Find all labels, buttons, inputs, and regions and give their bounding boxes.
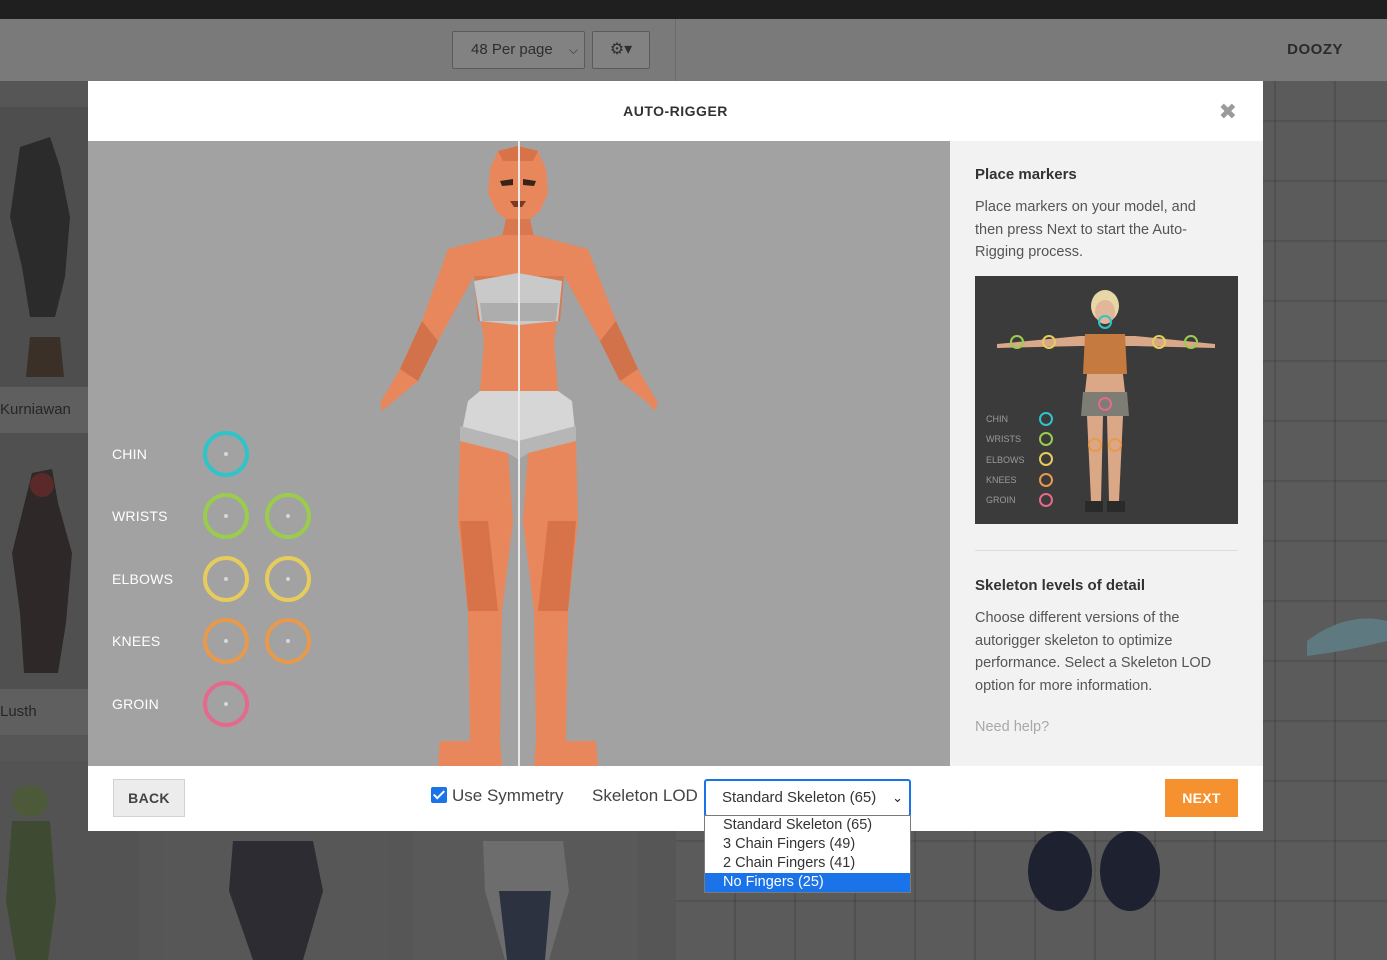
left-elbow-marker[interactable] [203, 556, 249, 602]
skeleton-lod-label: Skeleton LOD [592, 786, 698, 805]
marker-label: CHIN [112, 446, 148, 462]
reference-figure: CHIN WRISTS ELBOWS KNEES GROIN [975, 276, 1238, 524]
rig-viewport[interactable]: CHIN WRISTS ELBOWS KNEES GROIN [88, 141, 950, 766]
place-markers-heading: Place markers [975, 166, 1077, 183]
brand-name: DOOZY [1287, 41, 1343, 58]
use-symmetry-label: Use Symmetry [452, 786, 564, 805]
scene-shoes [1028, 831, 1160, 911]
toolbar-divider [675, 19, 676, 81]
right-knee-marker[interactable] [265, 618, 311, 664]
model-thumbnail [163, 831, 388, 960]
gear-icon: ⚙▾ [609, 41, 633, 58]
marker-label: WRISTS [112, 508, 168, 524]
model-card[interactable] [413, 831, 638, 960]
need-help-link[interactable]: Need help? [975, 719, 1049, 735]
next-button[interactable]: NEXT [1165, 779, 1238, 817]
left-wrist-marker[interactable] [203, 493, 249, 539]
model-thumbnail [0, 107, 88, 387]
reference-label-knees: KNEES [986, 475, 1017, 485]
place-markers-text: Place markers on your model, and then pr… [975, 199, 1196, 260]
reference-image: CHIN WRISTS ELBOWS KNEES GROIN [975, 276, 1238, 524]
marker-label: GROIN [112, 696, 159, 712]
panel-divider [975, 550, 1238, 551]
chevron-down-icon: ⌵ [568, 43, 578, 57]
per-page-value: 48 Per page [471, 41, 553, 58]
per-page-select[interactable]: 48 Per page ⌵ [452, 31, 585, 69]
groin-marker[interactable] [203, 681, 249, 727]
back-button[interactable]: BACK [113, 779, 185, 817]
lod-option[interactable]: 3 Chain Fingers (49) [705, 835, 910, 854]
modal-title: AUTO-RIGGER [623, 103, 728, 119]
skeleton-lod-select[interactable]: Standard Skeleton (65) ⌄ [704, 779, 911, 817]
lod-option[interactable]: 2 Chain Fingers (41) [705, 854, 910, 873]
marker-label: ELBOWS [112, 571, 174, 587]
lod-option[interactable]: Standard Skeleton (65) [705, 816, 910, 835]
symmetry-line [518, 141, 520, 766]
reference-label-elbows: ELBOWS [986, 455, 1025, 465]
lod-text: Choose different versions of the autorig… [975, 610, 1212, 694]
reference-label-chin: CHIN [986, 414, 1008, 424]
instructions-panel: Place markers Place markers on your mode… [950, 141, 1263, 766]
model-thumbnail [0, 433, 88, 689]
reference-label-wrists: WRISTS [986, 434, 1021, 444]
chevron-down-icon: ⌄ [892, 790, 903, 805]
chin-marker[interactable] [203, 431, 249, 477]
model-card[interactable]: Lusth [0, 433, 88, 735]
lod-option-highlighted[interactable]: No Fingers (25) [705, 873, 910, 892]
auto-rigger-modal: AUTO-RIGGER ✖ CHIN WRISTS ELBOWS KNEES G… [88, 81, 1263, 831]
model-card[interactable]: Kurniawan [0, 107, 88, 433]
right-wrist-marker[interactable] [265, 493, 311, 539]
model-card-label: Lusth [0, 689, 88, 735]
modal-footer: BACK Use Symmetry Skeleton LOD Standard … [88, 766, 1263, 831]
right-elbow-marker[interactable] [265, 556, 311, 602]
use-symmetry-checkbox[interactable] [431, 787, 447, 803]
lod-heading: Skeleton levels of detail [975, 577, 1146, 594]
reference-label-groin: GROIN [986, 495, 1016, 505]
marker-label: KNEES [112, 633, 161, 649]
skeleton-lod-dropdown: Standard Skeleton (65) 3 Chain Fingers (… [704, 815, 911, 893]
close-icon[interactable]: ✖ [1219, 101, 1237, 123]
skeleton-lod-value: Standard Skeleton (65) [722, 789, 877, 806]
model-card-label: Kurniawan [0, 387, 88, 433]
settings-button[interactable]: ⚙▾ [592, 31, 650, 69]
model-thumbnail [413, 831, 638, 960]
model-card[interactable] [163, 831, 388, 960]
top-bar [0, 0, 1387, 19]
modal-header: AUTO-RIGGER ✖ [88, 81, 1263, 141]
app-toolbar: 48 Per page ⌵ ⚙▾ DOOZY [0, 19, 1387, 81]
scene-hand [1307, 618, 1387, 656]
left-knee-marker[interactable] [203, 618, 249, 664]
